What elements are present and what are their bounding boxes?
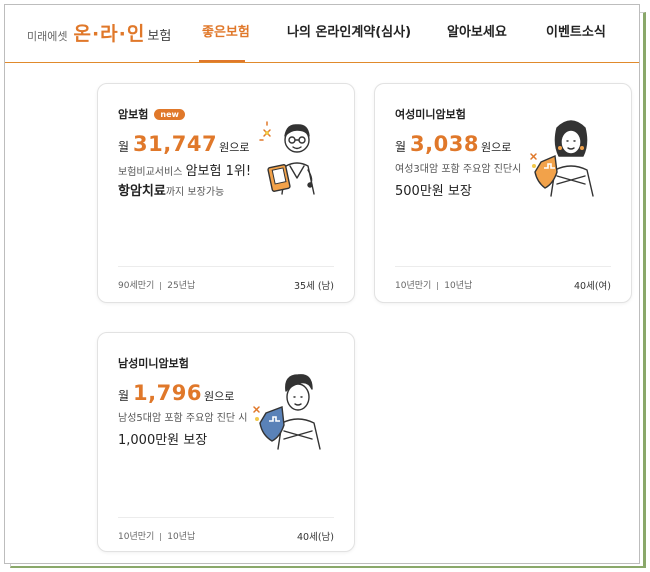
card-terms: 90세만기 25년납	[118, 278, 195, 291]
price-prefix: 월	[118, 140, 130, 154]
card-description-1: 여성3대암 포함 주요암 진단시	[395, 164, 522, 175]
term-payment: 10년납	[167, 532, 196, 542]
nav-item-learn[interactable]: 알아보세요	[447, 21, 507, 40]
man-shield-icon	[253, 374, 321, 450]
card-description-2: 1,000만원 보장	[118, 433, 208, 448]
price-line: 월 1,796 원으로	[118, 381, 234, 405]
desc-bold: 항암치료	[118, 184, 166, 199]
woman-shield-icon	[530, 120, 594, 197]
term-separator	[160, 532, 162, 541]
card-title: 암보험 new	[118, 106, 185, 122]
card-description-1: 남성5대암 포함 주요암 진단 시	[118, 413, 248, 424]
new-badge: new	[154, 108, 185, 120]
nav-item-events[interactable]: 이벤트소식	[546, 21, 606, 40]
logo-suffix: 보험	[147, 29, 172, 44]
card-title-text: 여성미니암보험	[395, 108, 466, 121]
term-maturity: 10년만기	[118, 532, 155, 542]
monthly-price: 3,038	[410, 132, 479, 156]
term-maturity: 10년만기	[395, 281, 432, 291]
card-age: 40세(여)	[574, 281, 611, 292]
term-payment: 10년납	[444, 281, 473, 291]
card-terms: 10년만기 10년납	[118, 529, 195, 542]
product-card-women-mini-cancer[interactable]: 여성미니암보험 월 3,038 원으로 여성3대암 포함 주요암 진단시 500…	[374, 83, 632, 303]
price-prefix: 월	[395, 140, 407, 154]
desc-small-2: 까지 보장가능	[165, 187, 225, 198]
price-line: 월 31,747 원으로	[118, 132, 249, 156]
logo-prefix: 미래에셋	[27, 30, 68, 43]
card-description-2: 500만원 보장	[395, 184, 472, 199]
doctor-icon	[259, 121, 315, 195]
site-header: 미래에셋 온·라·인 보험 좋은보험 나의 온라인계약(심사) 알아보세요 이벤…	[5, 5, 639, 63]
term-maturity: 90세만기	[118, 281, 155, 291]
term-separator	[160, 281, 162, 290]
price-prefix: 월	[118, 389, 130, 403]
card-title-text: 남성미니암보험	[118, 357, 189, 370]
monthly-price: 1,796	[133, 381, 202, 405]
nav-item-good-insurance[interactable]: 좋은보험	[202, 21, 250, 40]
product-card-men-mini-cancer[interactable]: 남성미니암보험 월 1,796 원으로 남성5대암 포함 주요암 진단 시 1,…	[97, 332, 355, 552]
price-suffix: 원으로	[219, 141, 250, 154]
card-terms: 10년만기 10년납	[395, 278, 472, 291]
price-line: 월 3,038 원으로	[395, 132, 511, 156]
product-card-cancer[interactable]: 암보험 new 월 31,747 원으로 보험비교서비스 암보험 1위! 항암치…	[97, 83, 355, 303]
logo[interactable]: 미래에셋 온·라·인 보험	[27, 19, 171, 46]
desc-highlight: 암보험 1위!	[185, 164, 252, 179]
card-title: 남성미니암보험	[118, 355, 189, 371]
monthly-price: 31,747	[133, 132, 218, 156]
card-description-2: 항암치료까지 보장가능	[118, 180, 224, 199]
card-description-1: 보험비교서비스 암보험 1위!	[118, 160, 251, 179]
card-title-text: 암보험	[118, 108, 149, 121]
price-suffix: 원으로	[203, 390, 235, 403]
card-divider	[395, 266, 611, 267]
card-divider	[118, 266, 334, 267]
card-age: 40세(남)	[297, 532, 334, 543]
term-separator	[437, 281, 439, 290]
term-payment: 25년납	[167, 281, 196, 291]
card-title: 여성미니암보험	[395, 106, 466, 122]
price-suffix: 원으로	[480, 141, 512, 154]
logo-main: 온·라·인	[73, 23, 146, 45]
nav-active-underline	[199, 60, 245, 62]
card-age: 35세 (남)	[293, 281, 334, 292]
nav-item-my-contract[interactable]: 나의 온라인계약(심사)	[287, 21, 411, 40]
card-divider	[118, 517, 334, 518]
page: 미래에셋 온·라·인 보험 좋은보험 나의 온라인계약(심사) 알아보세요 이벤…	[4, 4, 640, 564]
desc-small: 보험비교서비스	[118, 167, 183, 178]
